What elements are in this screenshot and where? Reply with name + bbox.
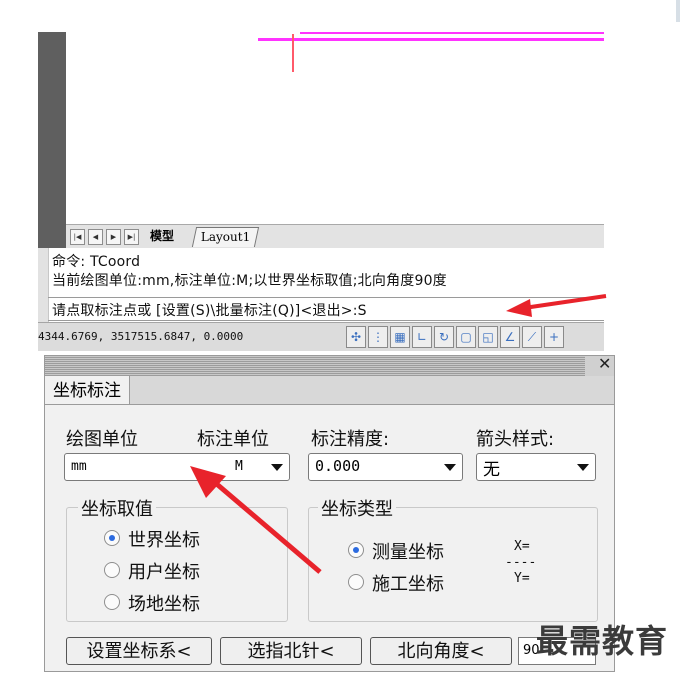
arrow-style-value: 无 — [483, 460, 500, 480]
first-tab-icon[interactable]: |◀ — [70, 229, 85, 245]
radio-survey-coord-label[interactable]: 测量坐标 — [372, 538, 444, 564]
radio-site-coord-label[interactable]: 场地坐标 — [128, 590, 200, 616]
drawing-line — [300, 32, 604, 34]
command-history-line: 命令: TCoord — [52, 254, 141, 270]
command-prompt[interactable]: 请点取标注点或 [设置(S)\批量标注(Q)]<退出>:S — [52, 300, 367, 320]
layout-tab-bar: |◀ ◀ ▶ ▶| 模型 Layout1 — [66, 224, 604, 250]
ducs-icon[interactable]: ∠ — [500, 326, 520, 348]
drawing-canvas[interactable] — [66, 32, 604, 224]
otrack-icon[interactable]: ◱ — [478, 326, 498, 348]
annotation-unit-label: 标注单位 — [197, 429, 269, 450]
lineweight-icon[interactable]: + — [544, 326, 564, 348]
command-scrollbar[interactable] — [38, 248, 49, 322]
dialog-tab-strip — [45, 376, 614, 405]
precision-select[interactable]: 0.000 — [308, 453, 463, 481]
dyn-icon[interactable]: ⟋ — [522, 326, 542, 348]
preview-y: Y= — [514, 571, 530, 586]
preview-x: X= — [514, 539, 530, 554]
tab-coord-annotation[interactable]: 坐标标注 — [45, 376, 130, 404]
precision-label: 标注精度: — [311, 429, 390, 450]
red-arrow-annotation — [506, 294, 607, 317]
drawing-line — [258, 38, 604, 41]
next-tab-icon[interactable]: ▶ — [106, 229, 121, 245]
red-arrow-annotation — [190, 466, 322, 574]
pick-north-button[interactable]: 选指北针< — [220, 637, 362, 665]
radio-construction-coord[interactable] — [348, 574, 364, 590]
grid-icon[interactable]: ▦ — [390, 326, 410, 348]
radio-site-coord[interactable] — [104, 594, 120, 610]
drawing-line — [292, 34, 294, 72]
snap-icon[interactable]: ✣ — [346, 326, 366, 348]
window-edge — [676, 0, 680, 22]
tab-model[interactable]: 模型 — [150, 227, 174, 246]
radio-construction-coord-label[interactable]: 施工坐标 — [372, 570, 444, 596]
north-angle-button[interactable]: 北向角度< — [370, 637, 512, 665]
ortho-icon[interactable]: ∟ — [412, 326, 432, 348]
watermark-logo: 最需教育 — [536, 622, 669, 660]
command-history-line: 当前绘图单位:mm,标注单位:M;以世界坐标取值;北向角度90度 — [52, 273, 447, 289]
prev-tab-icon[interactable]: ◀ — [88, 229, 103, 245]
chevron-down-icon — [577, 464, 589, 471]
dialog-titlebar[interactable] — [45, 356, 614, 376]
unit-select-drawing-value: mm — [71, 459, 87, 474]
radio-user-coord[interactable] — [104, 562, 120, 578]
set-coord-system-button[interactable]: 设置坐标系< — [66, 637, 212, 665]
coord-type-group — [308, 507, 598, 622]
arrow-style-label: 箭头样式: — [476, 429, 555, 450]
divider — [48, 320, 604, 321]
radio-world-coord[interactable] — [104, 530, 120, 546]
drawing-unit-label: 绘图单位 — [66, 429, 138, 450]
tab-layout1[interactable]: Layout1 — [191, 227, 260, 247]
status-bar: 4344.6769, 3517515.6847, 0.0000 ✣ ⋮ ▦ ∟ … — [38, 322, 604, 351]
osnap-icon[interactable]: ▢ — [456, 326, 476, 348]
radio-survey-coord[interactable] — [348, 542, 364, 558]
grid-dots-icon[interactable]: ⋮ — [368, 326, 388, 348]
close-icon[interactable]: ✕ — [598, 354, 611, 373]
polar-icon[interactable]: ↻ — [434, 326, 454, 348]
chevron-down-icon — [444, 464, 456, 471]
coord-source-title: 坐标取值 — [78, 495, 156, 521]
arrow-style-select[interactable]: 无 — [476, 453, 596, 481]
preview-separator: ---- — [505, 555, 537, 570]
coordinate-readout: 4344.6769, 3517515.6847, 0.0000 — [38, 330, 244, 343]
last-tab-icon[interactable]: ▶| — [124, 229, 139, 245]
tab-layout1-label: Layout1 — [200, 230, 251, 244]
cad-left-panel — [38, 32, 66, 260]
